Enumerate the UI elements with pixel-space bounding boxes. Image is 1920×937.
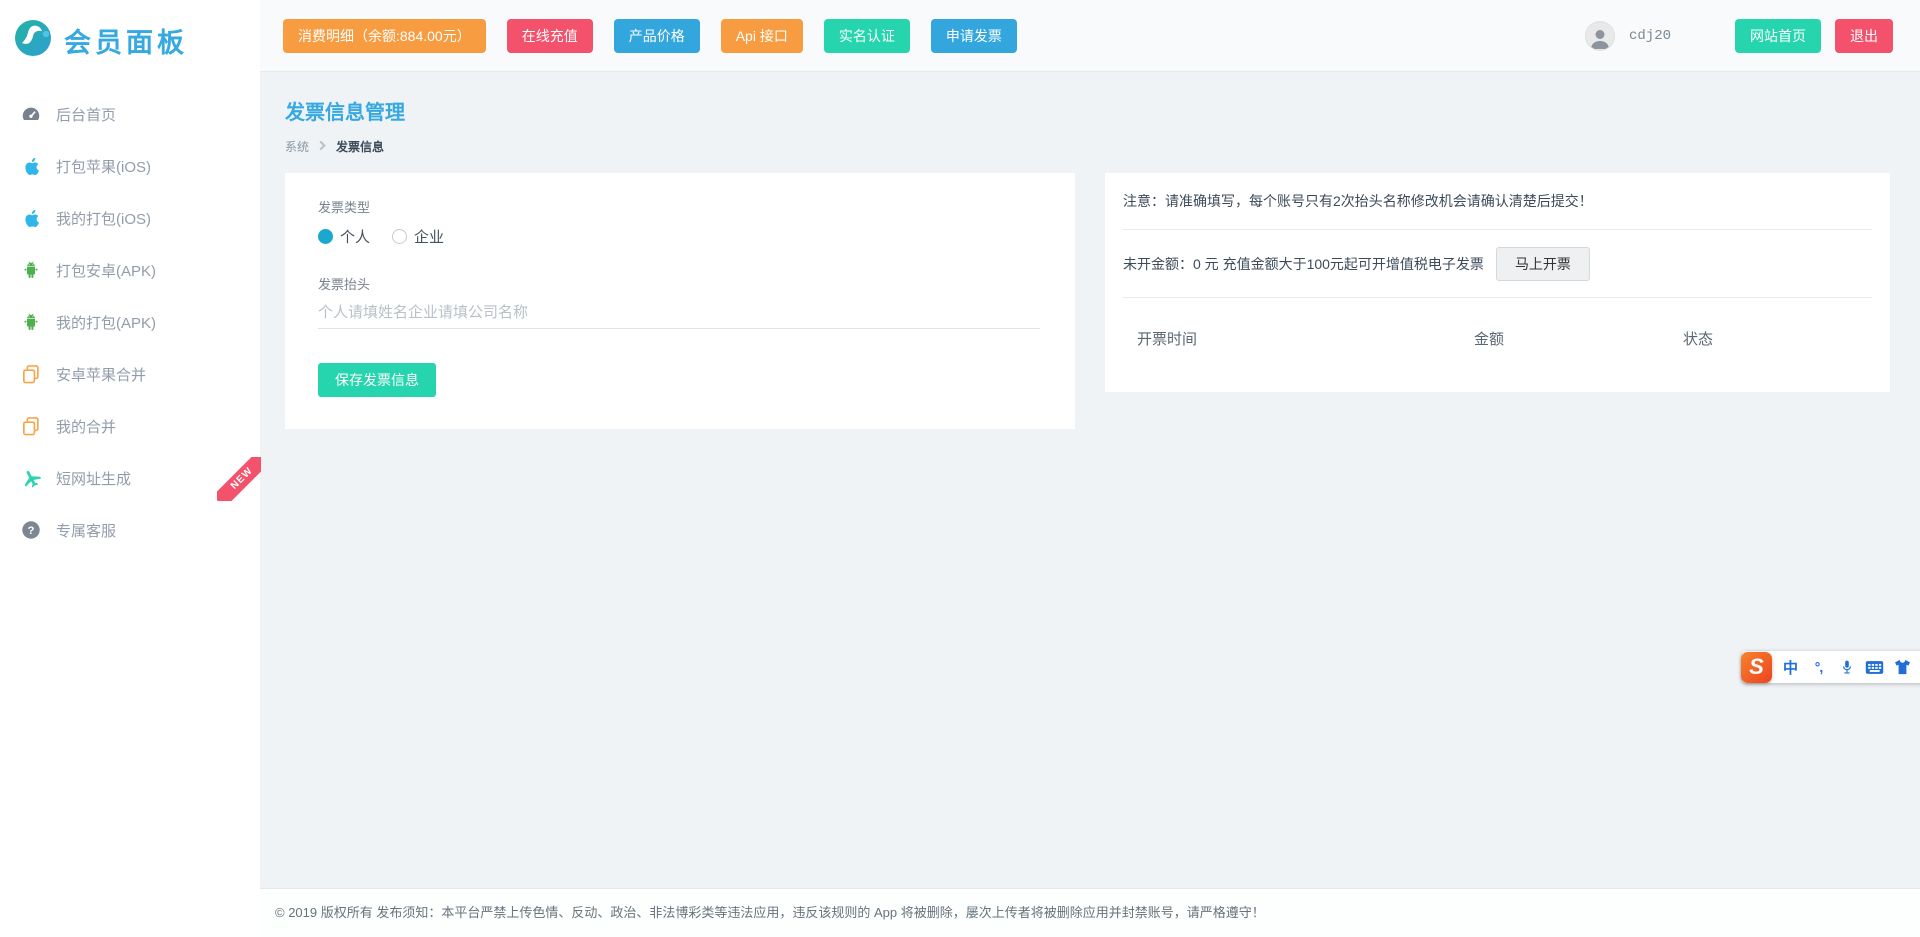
microphone-icon[interactable] [1837,656,1856,678]
merge-icon [18,363,44,385]
consumption-detail-button[interactable]: 消费明细（余额:884.00元） [283,19,486,53]
sidebar-item-label: 打包安卓(APK) [56,260,156,281]
invoice-header-label: 发票抬头 [318,274,1042,293]
column-header-amount: 金额 [1474,328,1504,349]
breadcrumb: 系统 发票信息 [285,138,405,155]
sidebar-item-my-merge[interactable]: 我的合并 [0,400,260,452]
breadcrumb-current: 发票信息 [336,138,384,155]
sidebar-item-support[interactable]: ? 专属客服 [0,504,260,556]
bill-now-button[interactable]: 马上开票 [1496,247,1590,281]
chinese-mode-icon[interactable]: 中 [1781,656,1800,678]
breadcrumb-root[interactable]: 系统 [285,138,309,155]
apple-icon [18,207,44,229]
sidebar-item-label: 我的打包(APK) [56,312,156,333]
avatar[interactable] [1585,21,1615,51]
sidebar-item-label: 打包苹果(iOS) [56,156,151,177]
invoice-form-card: 发票类型 个人 企业 发票抬头 保存发票信息 [285,173,1075,429]
dashboard-icon [18,103,44,125]
username: cdj20 [1629,28,1671,44]
app-title: 会员面板 [64,21,188,60]
apple-icon [18,155,44,177]
topbar-user-area: cdj20 网站首页 退出 [1585,19,1893,53]
save-invoice-button[interactable]: 保存发票信息 [318,363,436,397]
question-icon: ? [18,519,44,541]
ime-toolbar: S 中 °, [1742,651,1920,683]
invoice-type-options: 个人 企业 [318,226,1042,247]
column-header-status: 状态 [1683,328,1713,349]
punctuation-icon[interactable]: °, [1809,656,1828,678]
swirl-logo-icon [12,17,54,64]
unbilled-amount-text: 未开金额：0 元 充值金额大于100元起可开增值税电子发票 [1123,254,1484,274]
copyright-text: © 2019 版权所有 发布须知：本平台严禁上传色情、反动、政治、非法博彩类等违… [275,905,1265,920]
invoice-table-header: 开票时间 金额 状态 [1123,328,1872,348]
merge-icon [18,415,44,437]
footer: © 2019 版权所有 发布须知：本平台严禁上传色情、反动、政治、非法博彩类等违… [260,888,1920,937]
site-home-button[interactable]: 网站首页 [1735,19,1821,53]
skin-icon[interactable] [1893,656,1912,678]
product-price-button[interactable]: 产品价格 [614,19,700,53]
online-recharge-button[interactable]: 在线充值 [507,19,593,53]
keyboard-icon[interactable] [1865,656,1884,678]
sidebar-item-label: 专属客服 [56,520,116,541]
sidebar-item-label: 我的合并 [56,416,116,437]
chevron-right-icon [317,140,328,154]
apply-invoice-button[interactable]: 申请发票 [931,19,1017,53]
logout-button[interactable]: 退出 [1835,19,1893,53]
column-header-time: 开票时间 [1137,328,1197,349]
sidebar-item-label: 短网址生成 [56,468,131,489]
sogou-logo[interactable]: S [1741,652,1772,683]
new-badge: NEW [217,457,261,501]
sidebar-item-my-apk[interactable]: 我的打包(APK) [0,296,260,348]
unbilled-row: 未开金额：0 元 充值金额大于100元起可开增值税电子发票 马上开票 [1123,230,1872,298]
sidebar-item-package-apk[interactable]: 打包安卓(APK) [0,244,260,296]
sidebar-item-short-url[interactable]: 短网址生成 NEW [0,452,260,504]
sidebar-item-package-ios[interactable]: 打包苹果(iOS) [0,140,260,192]
svg-text:?: ? [28,525,35,537]
sidebar-item-label: 后台首页 [56,104,116,125]
main-content: 发票信息管理 系统 发票信息 发票类型 个人 企业 发票抬头 保存发票信息 注意… [260,72,1920,888]
topbar: 消费明细（余额:884.00元） 在线充值 产品价格 Api 接口 实名认证 申… [260,0,1920,72]
api-button[interactable]: Api 接口 [721,19,803,53]
page-head: 发票信息管理 系统 发票信息 [285,96,405,155]
invoice-header-input[interactable] [318,297,1040,329]
invoice-notice: 注意：请准确填写，每个账号只有2次抬头名称修改机会请确认清楚后提交！ [1123,173,1872,230]
radio-company[interactable]: 企业 [392,226,444,247]
plane-icon [18,467,44,489]
sidebar-item-my-ios[interactable]: 我的打包(iOS) [0,192,260,244]
android-icon [18,259,44,281]
android-icon [18,311,44,333]
sidebar-item-label: 安卓苹果合并 [56,364,146,385]
invoice-type-label: 发票类型 [318,197,1042,216]
sidebar: 会员面板 后台首页 打包苹果(iOS) 我的打包(iOS) 打包安卓(APK) [0,0,260,937]
real-name-auth-button[interactable]: 实名认证 [824,19,910,53]
app-logo[interactable]: 会员面板 [0,0,260,80]
radio-selected-icon[interactable] [318,229,333,244]
topbar-buttons: 消费明细（余额:884.00元） 在线充值 产品价格 Api 接口 实名认证 申… [283,19,1017,53]
sidebar-item-merge[interactable]: 安卓苹果合并 [0,348,260,400]
sidebar-item-dashboard[interactable]: 后台首页 [0,88,260,140]
page-title: 发票信息管理 [285,96,405,125]
sidebar-item-label: 我的打包(iOS) [56,208,151,229]
radio-unselected-icon[interactable] [392,229,407,244]
invoice-panel-card: 注意：请准确填写，每个账号只有2次抬头名称修改机会请确认清楚后提交！ 未开金额：… [1105,173,1890,392]
sidebar-nav: 后台首页 打包苹果(iOS) 我的打包(iOS) 打包安卓(APK) 我的打包(… [0,80,260,556]
radio-personal[interactable]: 个人 [318,226,370,247]
